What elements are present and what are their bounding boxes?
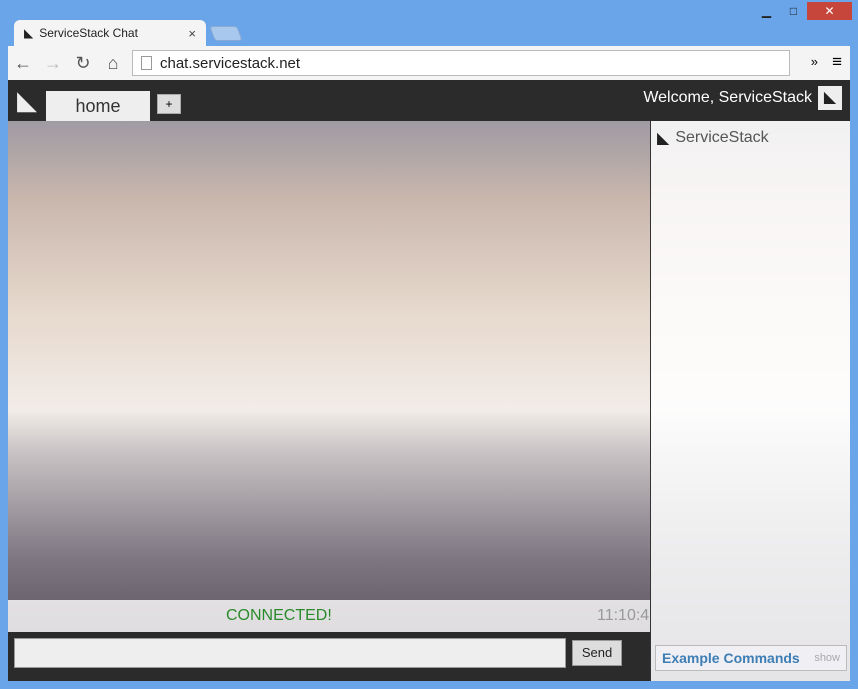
message-bar: Send <box>8 632 650 681</box>
status-timestamp: 11:10:4 <box>597 607 650 624</box>
status-bar: CONNECTED! 11:10:4 <box>8 600 650 632</box>
url-text: chat.servicestack.net <box>160 54 301 72</box>
send-button[interactable]: Send <box>572 640 622 666</box>
minimize-button[interactable]: ▁ <box>753 2 780 20</box>
servicestack-logo-icon: ◣ <box>17 85 37 115</box>
tab-title: ServiceStack Chat <box>39 26 138 40</box>
maximize-button[interactable]: □ <box>780 2 807 20</box>
chat-app: ◣ home + Welcome, ServiceStack ◣ ◣ Servi… <box>8 80 850 681</box>
message-input[interactable] <box>14 638 566 668</box>
browser-tab[interactable]: ◣ ServiceStack Chat × <box>14 20 206 46</box>
user-list: ◣ ServiceStack Example Commands show <box>650 121 850 681</box>
top-bar: ◣ home + Welcome, ServiceStack ◣ <box>8 80 850 121</box>
user-avatar[interactable]: ◣ <box>818 86 842 110</box>
close-tab-icon[interactable]: × <box>188 26 196 41</box>
page-icon <box>141 56 152 70</box>
extensions-overflow-icon[interactable]: » <box>811 54 818 69</box>
forward-icon[interactable]: → <box>38 53 68 74</box>
new-tab-button[interactable] <box>209 26 243 41</box>
favicon-icon: ◣ <box>24 26 34 40</box>
example-commands-panel[interactable]: Example Commands show <box>655 645 847 671</box>
add-channel-button[interactable]: + <box>157 94 181 114</box>
reload-icon[interactable]: ↻ <box>68 53 98 74</box>
menu-icon[interactable]: ≡ <box>832 52 842 72</box>
channel-tab-home[interactable]: home <box>46 91 150 121</box>
user-avatar-icon: ◣ <box>657 130 670 147</box>
close-window-button[interactable]: ✕ <box>807 2 852 20</box>
connection-status: CONNECTED! <box>226 607 332 624</box>
browser-toolbar: ← → ↻ ⌂ chat.servicestack.net » ≡ <box>8 46 850 80</box>
welcome-text: Welcome, ServiceStack <box>643 89 812 106</box>
user-name: ServiceStack <box>675 129 769 146</box>
window-controls: ▁ □ ✕ <box>753 2 852 20</box>
example-commands-label: Example Commands <box>662 650 800 666</box>
address-bar[interactable]: chat.servicestack.net <box>132 50 790 76</box>
user-item[interactable]: ◣ ServiceStack <box>651 121 850 155</box>
show-commands-link[interactable]: show <box>814 652 840 664</box>
back-icon[interactable]: ← <box>8 53 38 74</box>
home-icon[interactable]: ⌂ <box>98 53 128 74</box>
